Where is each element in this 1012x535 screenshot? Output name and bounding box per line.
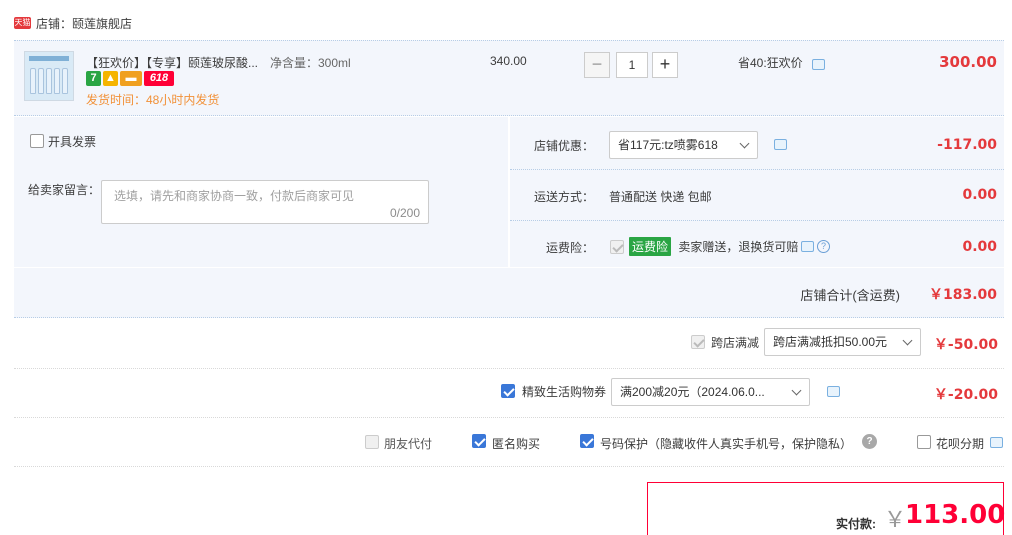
promo-618-icon: 618 xyxy=(144,71,174,86)
chat-icon[interactable] xyxy=(801,241,814,252)
shop-discount-value: -117.00 xyxy=(937,137,997,153)
insurance-info: 运费险 卖家赠送，退换货可赔 xyxy=(629,237,798,256)
coupon-checkbox[interactable] xyxy=(501,384,515,398)
payment-label: 实付款: xyxy=(836,517,876,531)
invoice-checkbox[interactable] xyxy=(30,134,44,148)
shop-discount-label: 店铺优惠： xyxy=(534,139,595,153)
product-thumbnail[interactable] xyxy=(24,51,74,101)
discount-note: 省40:狂欢价 xyxy=(738,56,803,70)
number-protect-checkbox[interactable] xyxy=(580,434,594,448)
payment-summary: 实付款: ￥ 113.00 xyxy=(647,482,1006,535)
ship-time: 发货时间：48小时内发货 xyxy=(86,93,220,107)
friend-pay-checkbox xyxy=(365,435,379,449)
chat-icon[interactable] xyxy=(774,139,787,150)
shipping-label: 运送方式： xyxy=(534,190,595,204)
product-total: 300.00 xyxy=(939,53,997,71)
chat-icon[interactable] xyxy=(812,59,825,70)
cross-shop-checkbox xyxy=(691,335,705,349)
invoice-label: 开具发票 xyxy=(48,135,97,149)
service-icon: ▲ xyxy=(103,71,118,86)
minus-icon[interactable]: − xyxy=(584,52,610,78)
message-placeholder: 选填，请先和商家协商一致，付款后商家可见 xyxy=(114,189,355,203)
currency-symbol: ￥ xyxy=(884,507,907,532)
insurance-value: 0.00 xyxy=(962,239,997,255)
coupon-selected: 满200减20元（2024.06.0... xyxy=(620,385,765,399)
coupon-value: ￥-20.00 xyxy=(933,387,998,403)
quantity-input[interactable]: 1 xyxy=(616,52,648,78)
message-textarea[interactable]: 选填，请先和商家协商一致，付款后商家可见 0/200 xyxy=(101,180,429,224)
shop-discount-selected: 省117元:tz喷雾618 xyxy=(618,138,718,152)
shop-header: 天猫 店铺：颐莲旗舰店 xyxy=(0,0,1012,40)
shop-subtotal-row: 店铺合计(含运费) ￥183.00 xyxy=(14,268,1004,318)
divider xyxy=(510,220,1004,221)
shop-name[interactable]: 店铺：颐莲旗舰店 xyxy=(36,15,132,32)
anonymous-label: 匿名购买 xyxy=(492,437,541,451)
tmall-icon: 天猫 xyxy=(14,17,31,29)
chat-icon[interactable] xyxy=(827,386,840,397)
product-row: 【狂欢价】【专享】颐莲玻尿酸... 净含量：300ml 7 ▲ ▬ 618 发货时间：… xyxy=(14,40,1004,116)
huabei-checkbox[interactable] xyxy=(917,435,931,449)
product-spec: 净含量：300ml xyxy=(270,56,351,70)
anonymous-checkbox[interactable] xyxy=(472,434,486,448)
shop-discount-select[interactable]: 省117元:tz喷雾618 xyxy=(609,131,758,159)
help-icon[interactable]: ? xyxy=(862,434,877,449)
insurance-checkbox xyxy=(610,240,624,254)
huabei-label: 花呗分期 xyxy=(936,437,985,451)
card-icon: ▬ xyxy=(120,71,142,86)
insurance-label: 运费险： xyxy=(546,241,595,255)
divider xyxy=(14,368,1004,369)
shop-subtotal-label: 店铺合计(含运费) xyxy=(800,288,900,303)
product-tags: 7 ▲ ▬ 618 xyxy=(86,71,176,87)
cross-shop-select[interactable]: 跨店满减抵扣50.00元 xyxy=(764,328,921,356)
cross-shop-selected: 跨店满减抵扣50.00元 xyxy=(773,335,888,349)
cross-shop-value: ￥-50.00 xyxy=(933,337,998,353)
payment-amount: 113.00 xyxy=(905,500,1006,530)
order-extras-panel: 开具发票 给卖家留言： 选填，请先和商家协商一致，付款后商家可见 0/200 xyxy=(14,117,508,267)
insurance-badge: 运费险 xyxy=(629,237,672,256)
chevron-down-icon xyxy=(902,335,913,346)
seven-day-return-icon: 7 xyxy=(86,71,101,86)
divider xyxy=(14,417,1004,418)
chevron-down-icon xyxy=(739,138,750,149)
message-label: 给卖家留言： xyxy=(28,183,101,197)
number-protect-label: 号码保护（隐藏收件人真实手机号，保护隐私） xyxy=(600,437,853,451)
divider xyxy=(14,466,1004,467)
shipping-value: 0.00 xyxy=(962,187,997,203)
insurance-desc: 卖家赠送，退换货可赔 xyxy=(678,240,799,254)
unit-price: 340.00 xyxy=(490,54,527,68)
shop-discount-panel: 店铺优惠： 省117元:tz喷雾618 -117.00 运送方式： 普通配送 快… xyxy=(510,117,1004,267)
shipping-method: 普通配送 快递 包邮 xyxy=(609,190,712,204)
chat-icon[interactable] xyxy=(990,437,1003,448)
friend-pay-label: 朋友代付 xyxy=(384,437,433,451)
help-icon[interactable]: ? xyxy=(817,240,830,253)
product-title[interactable]: 【狂欢价】【专享】颐莲玻尿酸... xyxy=(86,54,258,71)
coupon-label: 精致生活购物券 xyxy=(522,385,607,399)
message-char-count: 0/200 xyxy=(389,206,420,220)
shop-subtotal-value: ￥183.00 xyxy=(928,287,997,303)
coupon-select[interactable]: 满200减20元（2024.06.0... xyxy=(611,378,810,406)
plus-icon[interactable]: + xyxy=(652,52,678,78)
chevron-down-icon xyxy=(791,385,802,396)
cross-shop-label: 跨店满减 xyxy=(711,336,760,350)
divider xyxy=(510,169,1004,170)
